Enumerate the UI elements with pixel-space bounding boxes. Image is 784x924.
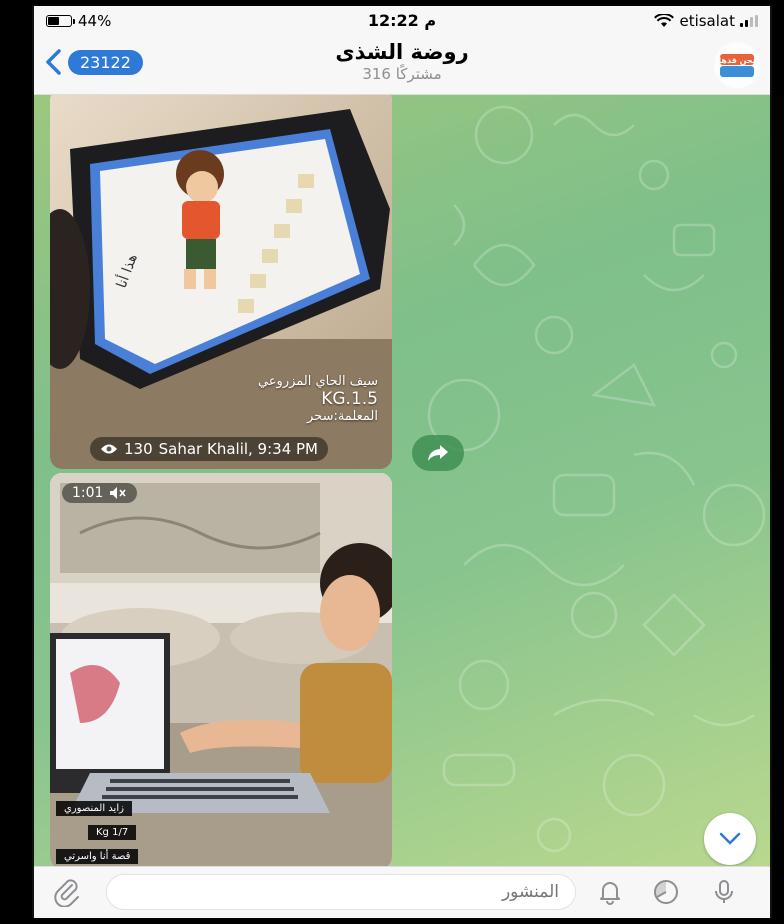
unread-count-badge: 23122 bbox=[68, 49, 143, 75]
photo-caption: سيف الحاي المزروعي KG.1.5 المعلمة:سحر bbox=[258, 374, 378, 424]
video-tag: زايد المنصوري bbox=[56, 801, 132, 816]
views-time-pill: 130 Sahar Khalil, 9:34 PM bbox=[90, 437, 329, 461]
avatar-text: نحن قدها bbox=[718, 56, 755, 65]
share-button[interactable] bbox=[412, 435, 464, 471]
photo-message[interactable]: هذا أنا سيف الحاي المزروعي KG.1.5 المعلم… bbox=[50, 95, 392, 469]
caption-line: KG.1.5 bbox=[321, 389, 378, 409]
composer-bar bbox=[34, 866, 770, 918]
carrier-name: etisalat bbox=[679, 12, 735, 30]
paperclip-icon[interactable] bbox=[52, 877, 82, 907]
caption-line: المعلمة:سحر bbox=[307, 409, 378, 424]
chat-area[interactable]: هذا أنا سيف الحاي المزروعي KG.1.5 المعلم… bbox=[34, 95, 770, 866]
author-time: Sahar Khalil, 9:34 PM bbox=[158, 440, 319, 458]
signal-icon bbox=[740, 15, 758, 27]
channel-title: روضة الشذى bbox=[335, 40, 469, 64]
microphone-icon[interactable] bbox=[710, 878, 738, 906]
caption-line: سيف الحاي المزروعي bbox=[257, 374, 378, 389]
status-bar: 44% 12:22 م etisalat bbox=[34, 6, 770, 36]
video-tag: Kg 1/7 bbox=[88, 825, 137, 840]
wifi-icon bbox=[654, 14, 675, 27]
channel-title-area[interactable]: روضة الشذى 316 مشتركًا bbox=[194, 40, 610, 83]
video-message[interactable]: 1:01 زايد المنصوري Kg 1/7 قصة أنا واسرتي bbox=[50, 473, 392, 866]
timer-icon[interactable] bbox=[652, 878, 680, 906]
mute-icon bbox=[110, 487, 127, 499]
back-button[interactable]: 23122 bbox=[42, 48, 143, 76]
eye-icon bbox=[101, 444, 117, 454]
screen: 44% 12:22 م etisalat 23122 روضة الشذى 31… bbox=[32, 6, 772, 918]
network-status: etisalat bbox=[654, 12, 758, 30]
device-frame: 44% 12:22 م etisalat 23122 روضة الشذى 31… bbox=[0, 0, 784, 924]
video-tag: قصة أنا واسرتي bbox=[56, 849, 139, 864]
channel-avatar[interactable]: نحن قدها bbox=[714, 42, 760, 88]
chevron-down-icon bbox=[719, 832, 741, 845]
view-count: 130 bbox=[124, 440, 153, 458]
video-duration-pill[interactable]: 1:01 bbox=[62, 483, 138, 503]
back-chevron-icon bbox=[46, 49, 61, 75]
video-duration: 1:01 bbox=[72, 485, 104, 501]
avatar-logo: نحن قدها bbox=[714, 42, 760, 88]
scroll-down-button[interactable] bbox=[704, 813, 756, 865]
post-input[interactable] bbox=[106, 874, 576, 910]
bell-icon[interactable] bbox=[596, 878, 624, 906]
chat-header: 23122 روضة الشذى 316 مشتركًا نحن قدها bbox=[34, 36, 770, 95]
subscriber-count: 316 مشتركًا bbox=[362, 65, 442, 83]
share-icon bbox=[428, 445, 448, 461]
